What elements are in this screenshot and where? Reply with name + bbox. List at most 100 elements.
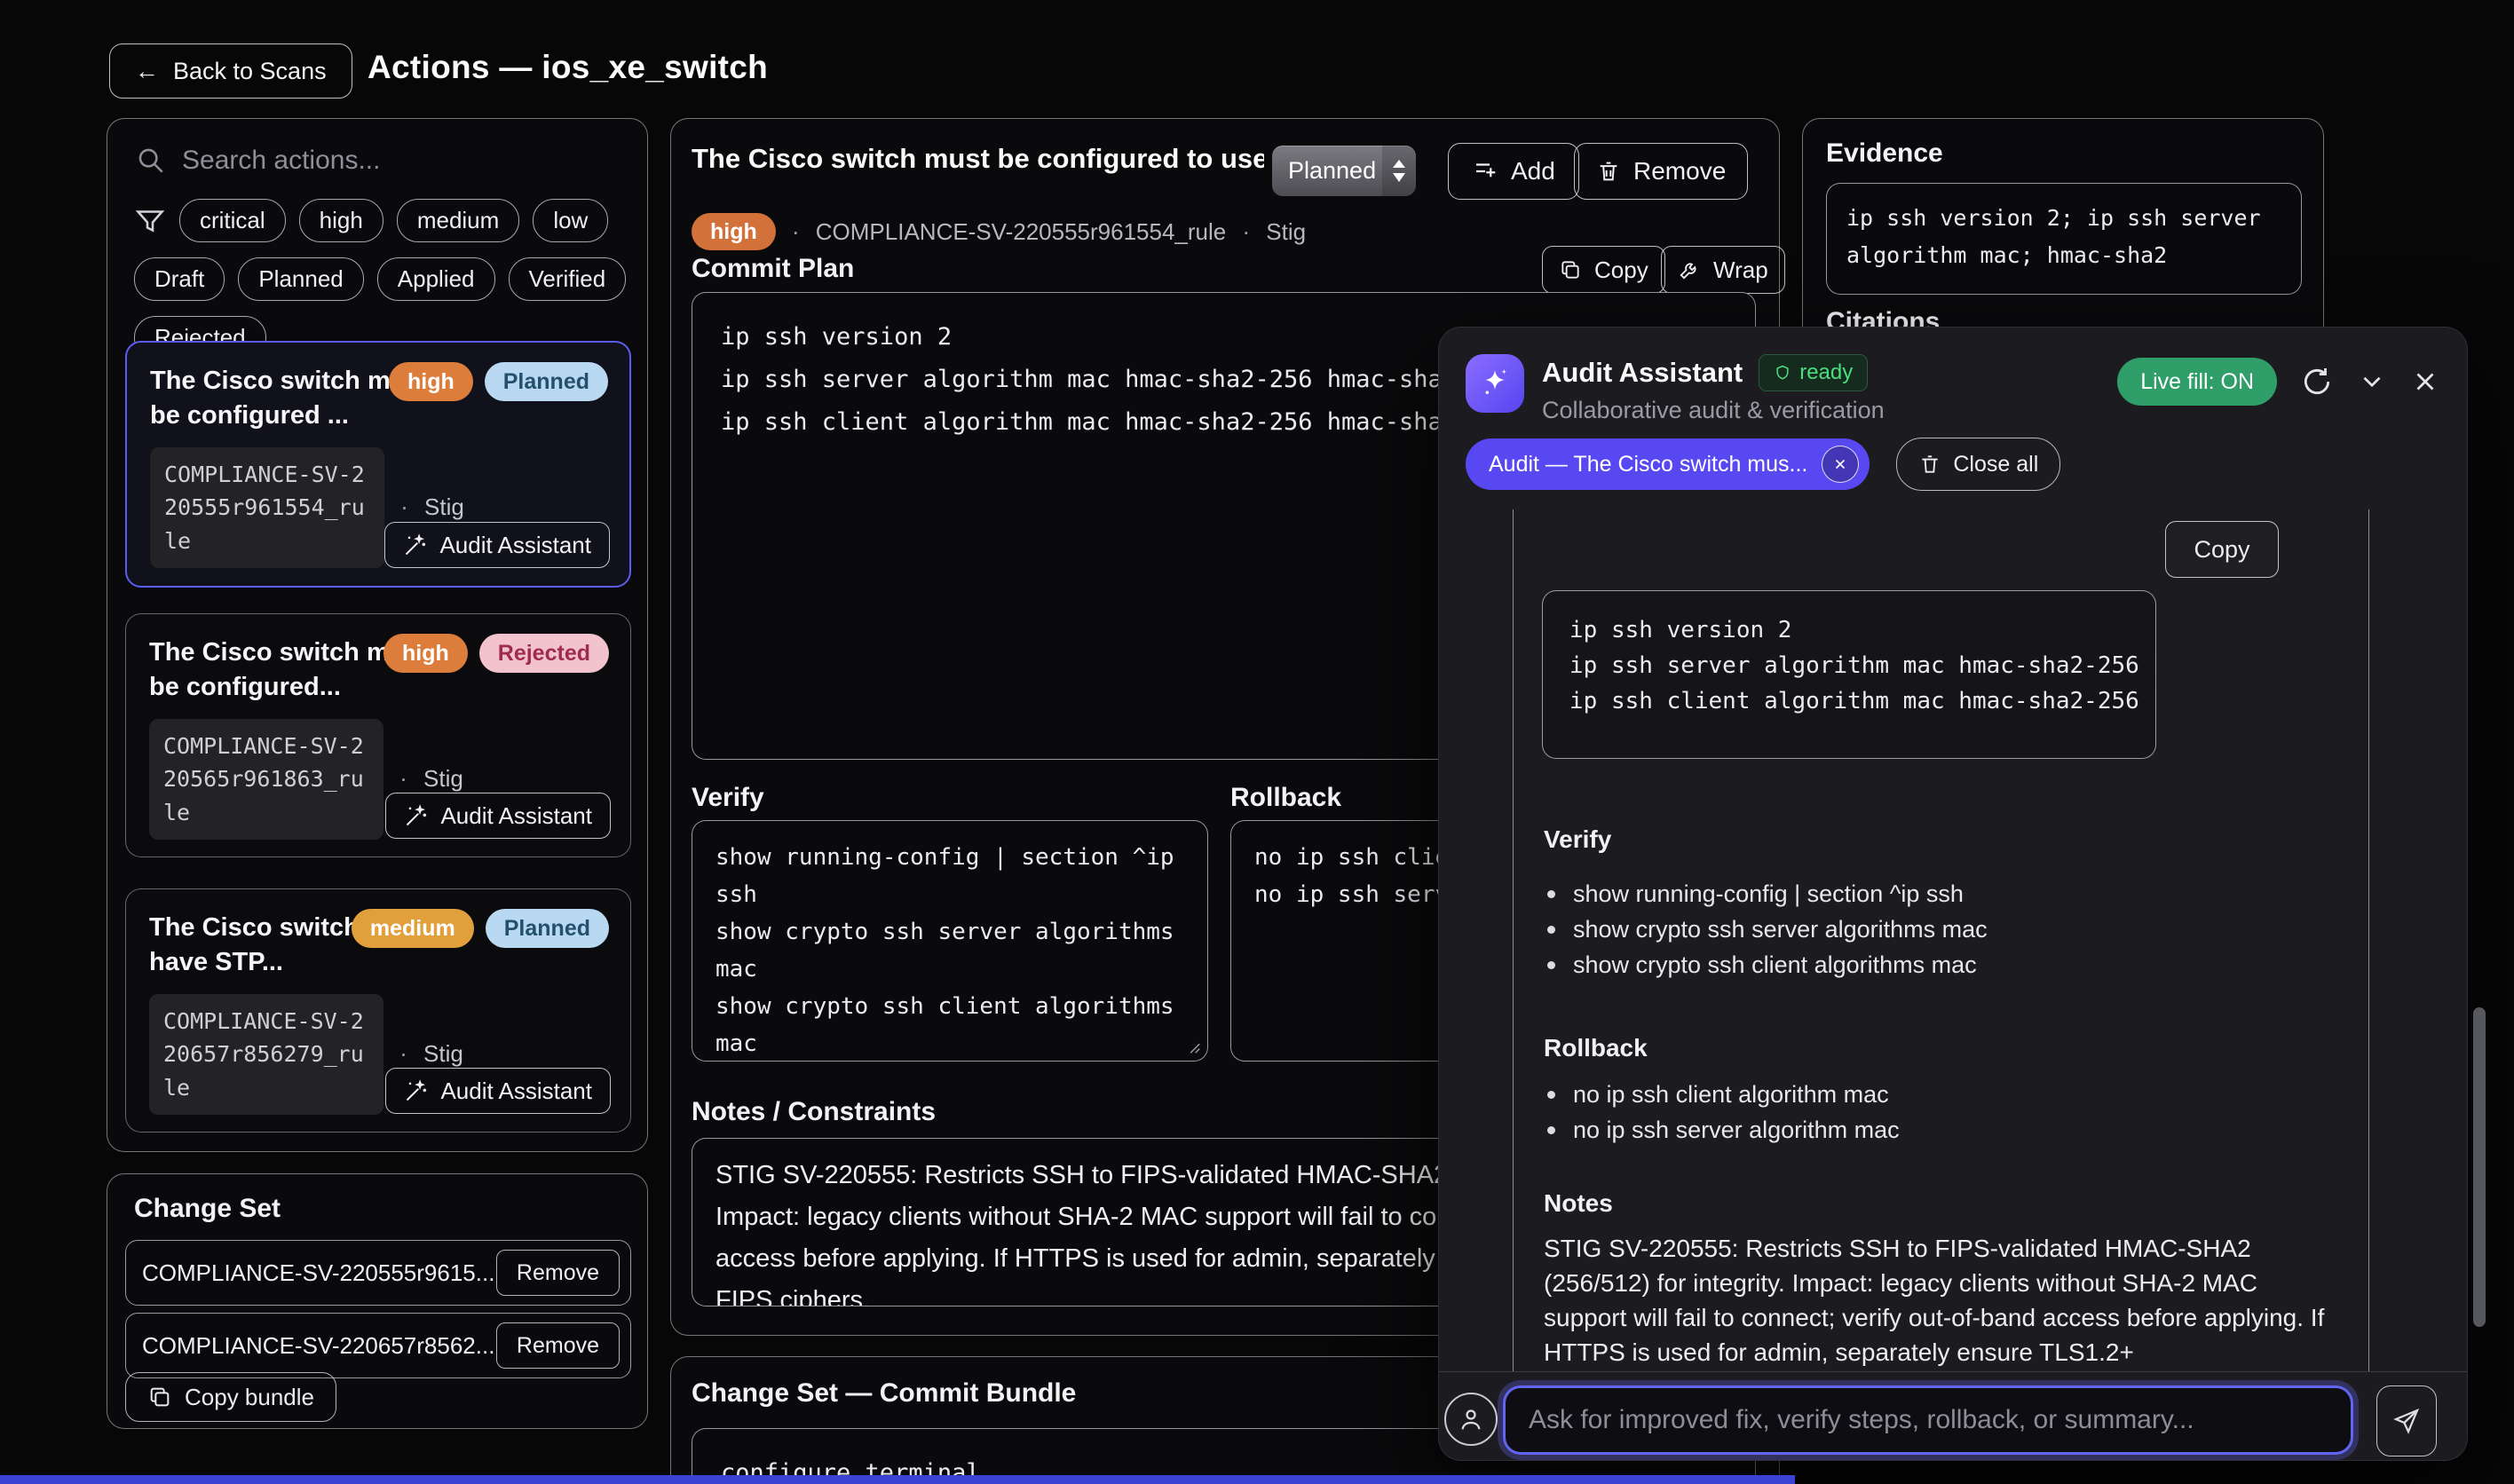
magic-wand-icon bbox=[403, 533, 428, 557]
chip-draft[interactable]: Draft bbox=[134, 257, 225, 301]
refresh-icon[interactable] bbox=[2300, 365, 2334, 399]
chip-high[interactable]: high bbox=[299, 199, 383, 242]
source-label: Stig bbox=[1266, 218, 1306, 246]
assistant-session-tab[interactable]: Audit — The Cisco switch mus... bbox=[1466, 438, 1870, 490]
rollback-heading: Rollback bbox=[1230, 783, 1341, 813]
wrap-button[interactable]: Wrap bbox=[1661, 246, 1785, 294]
live-fill-toggle[interactable]: Live fill: ON bbox=[2117, 358, 2277, 406]
select-arrows-icon bbox=[1382, 146, 1416, 196]
back-to-scans-button[interactable]: ← Back to Scans bbox=[109, 43, 352, 99]
close-all-button[interactable]: Close all bbox=[1896, 438, 2060, 491]
commit-plan-heading: Commit Plan bbox=[692, 254, 854, 284]
message-notes-heading: Notes bbox=[1544, 1189, 1613, 1218]
action-card[interactable]: The Cisco switch must be configured... h… bbox=[125, 613, 631, 857]
change-set-item-id: COMPLIANCE-SV-220657r8562... bbox=[142, 1332, 494, 1360]
change-set-panel: Change Set COMPLIANCE-SV-220555r9615... … bbox=[107, 1173, 648, 1429]
list-item: no ip ssh server algorithm mac bbox=[1547, 1112, 1900, 1148]
user-avatar bbox=[1444, 1393, 1498, 1446]
audit-assistant-button[interactable]: Audit Assistant bbox=[385, 793, 611, 839]
evidence-box: ip ssh version 2; ip ssh server algorith… bbox=[1826, 183, 2302, 295]
filter-icon bbox=[134, 205, 166, 237]
status-badge: Planned bbox=[486, 909, 609, 948]
add-button[interactable]: Add bbox=[1448, 143, 1579, 200]
audit-assistant-button[interactable]: Audit Assistant bbox=[384, 522, 610, 568]
close-tab-icon[interactable] bbox=[1822, 446, 1859, 483]
search-icon bbox=[136, 146, 166, 176]
shield-icon bbox=[1774, 364, 1791, 382]
change-set-item: COMPLIANCE-SV-220555r9615... Remove bbox=[125, 1240, 631, 1306]
message-code: ip ssh version 2 ip ssh server algorithm… bbox=[1543, 591, 2155, 740]
severity-badge: high bbox=[383, 634, 468, 673]
list-item: show running-config | section ^ip ssh bbox=[1547, 876, 1988, 912]
message-verify-heading: Verify bbox=[1544, 825, 1611, 854]
status-select[interactable]: Planned bbox=[1272, 146, 1416, 196]
close-icon[interactable] bbox=[2410, 367, 2440, 397]
verify-text: show running-config | section ^ip ssh sh… bbox=[692, 821, 1207, 1062]
assistant-title: Audit Assistant bbox=[1542, 357, 1743, 389]
severity-badge: medium bbox=[352, 909, 474, 948]
evidence-heading: Evidence bbox=[1826, 138, 1943, 169]
chip-critical[interactable]: critical bbox=[179, 199, 286, 242]
audit-assistant-label: Audit Assistant bbox=[440, 802, 592, 830]
list-item: no ip ssh client algorithm mac bbox=[1547, 1077, 1900, 1112]
assistant-chat-input[interactable]: Ask for improved fix, verify steps, roll… bbox=[1503, 1385, 2353, 1455]
verify-textarea[interactable]: show running-config | section ^ip ssh sh… bbox=[692, 820, 1208, 1062]
wrench-icon bbox=[1678, 258, 1701, 281]
separator-dot: · bbox=[400, 493, 408, 521]
notes-heading: Notes / Constraints bbox=[692, 1097, 936, 1127]
close-all-label: Close all bbox=[1953, 452, 2038, 478]
screen: ← Back to Scans Actions — ios_xe_switch … bbox=[0, 0, 2514, 1484]
status-badge: Planned bbox=[485, 362, 608, 401]
message-code-block: ip ssh version 2 ip ssh server algorithm… bbox=[1542, 590, 2156, 759]
source-label: Stig bbox=[424, 493, 464, 521]
resize-handle[interactable] bbox=[1182, 1036, 1202, 1055]
copy-commit-button[interactable]: Copy bbox=[1542, 246, 1665, 294]
action-card[interactable]: The Cisco switch must have STP... medium… bbox=[125, 888, 631, 1133]
copy-message-button[interactable]: Copy bbox=[2165, 521, 2279, 578]
rule-id-chip: COMPLIANCE-SV-220555r961554_rule bbox=[150, 447, 384, 569]
page-title: Actions — ios_xe_switch bbox=[368, 49, 768, 86]
chip-applied[interactable]: Applied bbox=[377, 257, 495, 301]
chip-medium[interactable]: medium bbox=[397, 199, 519, 242]
remove-item-button[interactable]: Remove bbox=[496, 1250, 620, 1296]
severity-badge: high bbox=[389, 362, 473, 401]
chip-planned[interactable]: Planned bbox=[238, 257, 363, 301]
chevron-down-icon[interactable] bbox=[2357, 367, 2387, 397]
chip-verified[interactable]: Verified bbox=[509, 257, 627, 301]
back-label: Back to Scans bbox=[173, 58, 327, 85]
audit-assistant-label: Audit Assistant bbox=[440, 1077, 592, 1105]
remove-item-button[interactable]: Remove bbox=[496, 1322, 620, 1369]
magic-wand-icon bbox=[404, 803, 429, 828]
change-set-item-id: COMPLIANCE-SV-220555r9615... bbox=[142, 1259, 494, 1287]
add-label: Add bbox=[1511, 157, 1555, 186]
assistant-messages[interactable]: Copy ip ssh version 2 ip ssh server algo… bbox=[1464, 509, 2444, 1371]
status-filter-row: Draft Planned Applied Verified bbox=[134, 257, 626, 301]
search-placeholder: Search actions... bbox=[182, 146, 380, 176]
rule-id-chip: COMPLIANCE-SV-220657r856279_rule bbox=[149, 994, 383, 1116]
audit-assistant-button[interactable]: Audit Assistant bbox=[385, 1068, 611, 1114]
action-card[interactable]: The Cisco switch must be configured ... … bbox=[125, 341, 631, 588]
assistant-message: Copy ip ssh version 2 ip ssh server algo… bbox=[1513, 509, 2369, 1371]
commit-bundle-heading: Change Set — Commit Bundle bbox=[692, 1378, 1076, 1409]
bottom-accent-strip bbox=[0, 1475, 1795, 1484]
actions-sidebar: Search actions... critical high medium l… bbox=[107, 118, 648, 1152]
paper-plane-icon bbox=[2392, 1407, 2421, 1435]
severity-filter-row: critical high medium low bbox=[134, 199, 608, 242]
divider bbox=[1439, 1371, 2467, 1372]
copy-bundle-button[interactable]: Copy bundle bbox=[125, 1372, 336, 1422]
session-tab-label: Audit — The Cisco switch mus... bbox=[1489, 452, 1807, 478]
list-item: show crypto ssh server algorithms mac bbox=[1547, 912, 1988, 947]
remove-label: Remove bbox=[1633, 157, 1726, 186]
page-scrollbar-thumb[interactable] bbox=[2473, 1007, 2486, 1327]
wrap-label: Wrap bbox=[1713, 257, 1768, 284]
remove-button[interactable]: Remove bbox=[1574, 143, 1748, 200]
chip-low[interactable]: low bbox=[533, 199, 608, 242]
evidence-text: ip ssh version 2; ip ssh server algorith… bbox=[1827, 184, 2301, 290]
source-label: Stig bbox=[423, 1040, 463, 1068]
assistant-subtitle: Collaborative audit & verification bbox=[1542, 397, 1885, 424]
detail-meta: high · COMPLIANCE-SV-220555r961554_rule … bbox=[692, 213, 1306, 250]
send-button[interactable] bbox=[2376, 1385, 2437, 1456]
rollback-list: no ip ssh client algorithm mac no ip ssh… bbox=[1547, 1077, 1900, 1148]
search-input[interactable]: Search actions... bbox=[136, 146, 380, 176]
status-select-value: Planned bbox=[1272, 157, 1382, 185]
